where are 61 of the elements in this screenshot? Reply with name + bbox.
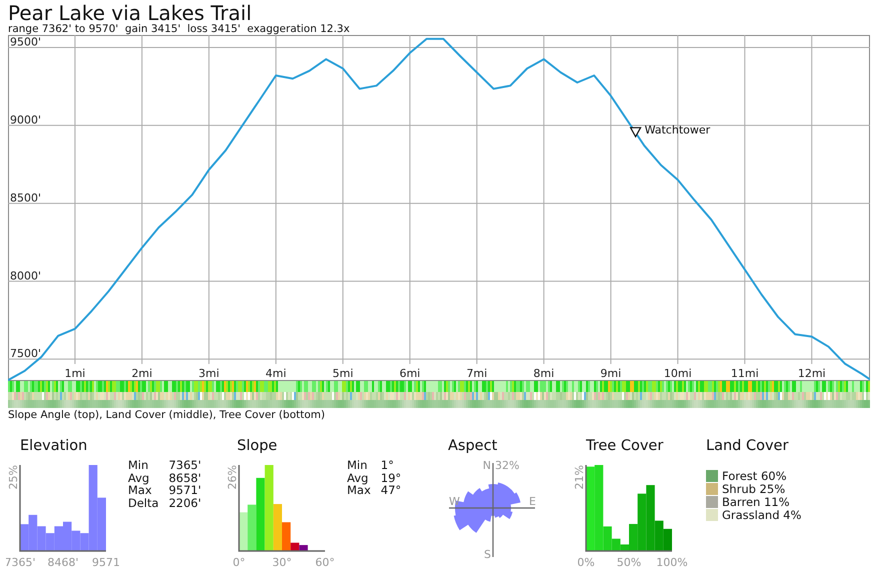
panel-title: Aspect <box>448 437 498 455</box>
stat-label: Avg <box>347 472 370 484</box>
legend-label: Grassland 4% <box>722 508 802 522</box>
axis-tick-label: 26% <box>226 465 239 490</box>
axis-tick-label: 1mi <box>64 367 86 380</box>
stat-value: 19° <box>380 472 402 484</box>
stat-label: Max <box>347 484 371 496</box>
stat-value: 2206' <box>168 496 202 509</box>
waypoint-marker-icon <box>630 127 642 138</box>
axis-tick-label: 12mi <box>798 367 826 380</box>
waypoint-label: Watchtower <box>644 124 710 137</box>
stat-label: Max <box>128 484 153 496</box>
legend-label: Barren 11% <box>722 494 790 508</box>
stat-value: 7365' <box>168 459 202 472</box>
strips-caption: Slope Angle (top), Land Cover (middle), Tree Cover (bottom) <box>8 409 325 421</box>
stat-label: Delta <box>128 496 159 509</box>
legend-label: Forest 60% <box>722 468 787 482</box>
axis-tick-label: 7mi <box>466 367 488 380</box>
axis-tick-label: 2mi <box>132 367 152 380</box>
panel-title: Tree Cover <box>586 437 664 455</box>
scale-label: 32% <box>495 459 520 472</box>
axis-tick-label: 6mi <box>399 367 420 380</box>
axis-tick-label: 5mi <box>332 367 354 380</box>
legend-label: Shrub 25% <box>722 482 786 496</box>
axis-tick-label: 8500' <box>10 191 42 204</box>
axis-tick-label: 60° <box>315 556 335 569</box>
stat-label: Min <box>347 459 368 472</box>
axis-tick-label: 9571 <box>92 556 120 569</box>
axis-tick-label: 3mi <box>198 367 220 380</box>
page-title: Pear Lake via Lakes Trail <box>8 3 252 23</box>
stat-value: 47° <box>380 484 402 496</box>
axis-tick-label: 0° <box>232 556 246 569</box>
stat-label: Min <box>128 459 150 472</box>
axis-tick-label: 9mi <box>600 367 622 380</box>
stat-value: 9571' <box>168 484 202 496</box>
axis-tick-label: 50% <box>616 556 642 569</box>
axis-tick-label: 9000' <box>10 113 42 126</box>
compass-label: S <box>484 548 491 561</box>
axis-tick-label: 9500' <box>10 35 42 48</box>
compass-label: E <box>529 495 536 508</box>
axis-tick-label: 25% <box>7 465 20 490</box>
panel-title: Land Cover <box>706 437 788 455</box>
stat-label: Avg <box>128 472 150 484</box>
axis-tick-label: 11mi <box>730 367 759 380</box>
axis-tick-label: 8468' <box>47 556 79 569</box>
stat-value: 8658' <box>168 472 202 484</box>
axis-tick-label: 7500' <box>10 347 42 360</box>
panel-title: Elevation <box>20 437 88 455</box>
compass-label: N <box>482 459 491 472</box>
axis-tick-label: 0% <box>577 556 595 569</box>
axis-tick-label: 100% <box>656 556 688 569</box>
route-summary: range 7362' to 9570' gain 3415' loss 3415' exaggeration 12.3x <box>8 23 350 35</box>
axis-tick-label: 21% <box>573 465 586 490</box>
stat-value: 1° <box>380 459 395 472</box>
panel-title: Slope <box>237 437 278 455</box>
axis-tick-label: 8mi <box>533 367 554 380</box>
compass-label: W <box>449 495 460 508</box>
axis-tick-label: 30° <box>272 556 292 569</box>
axis-tick-label: 4mi <box>266 367 286 380</box>
axis-tick-label: 8000' <box>10 269 42 282</box>
axis-tick-label: 10mi <box>664 367 692 380</box>
